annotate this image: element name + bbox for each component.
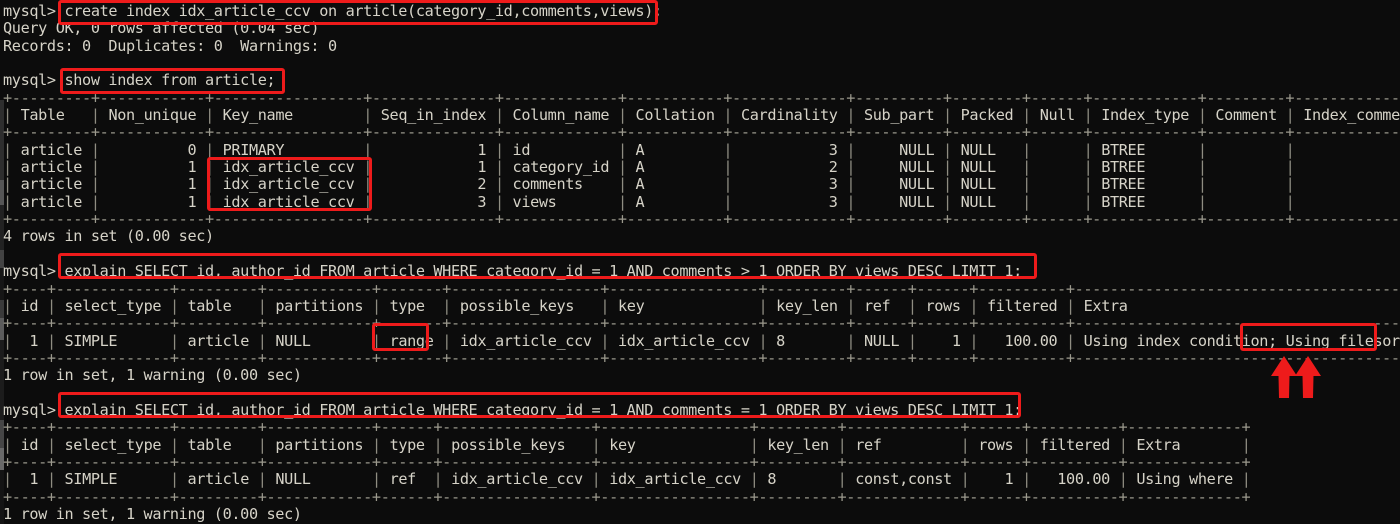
terminal-line: +----+-------------+---------+----------… xyxy=(3,487,1251,506)
terminal-output[interactable]: mysql> create index idx_article_ccv on a… xyxy=(0,0,1400,524)
terminal-line: | article | 1 | idx_article_ccv | 1 | ca… xyxy=(3,158,1295,177)
terminal-line: +---------+------------+----------------… xyxy=(3,210,1400,229)
terminal-line: Records: 0 Duplicates: 0 Warnings: 0 xyxy=(3,36,337,55)
terminal-line: mysql> explain SELECT id, author_id FROM… xyxy=(3,400,1022,419)
terminal-line: | 1 | SIMPLE | article | NULL | range | … xyxy=(3,331,1400,350)
terminal-line: +----+-------------+---------+----------… xyxy=(3,348,1400,367)
terminal-line: 1 row in set, 1 warning (0.00 sec) xyxy=(3,366,302,385)
terminal-line: | article | 1 | idx_article_ccv | 2 | co… xyxy=(3,175,1295,194)
terminal-line: mysql> explain SELECT id, author_id FROM… xyxy=(3,262,1022,281)
terminal-line: +---------+------------+----------------… xyxy=(3,123,1400,142)
terminal-line: | id | select_type | table | partitions … xyxy=(3,435,1251,454)
terminal-line: mysql> show index from article; xyxy=(3,71,276,90)
terminal-line: | article | 1 | idx_article_ccv | 3 | vi… xyxy=(3,192,1295,211)
terminal-line: | article | 0 | PRIMARY | 1 | id | A | 3… xyxy=(3,140,1295,159)
terminal-line: | id | select_type | table | partitions … xyxy=(3,296,1128,315)
terminal-line: +----+-------------+---------+----------… xyxy=(3,418,1251,437)
terminal-line: 4 rows in set (0.00 sec) xyxy=(3,227,214,246)
terminal-line: +----+-------------+---------+----------… xyxy=(3,452,1251,471)
terminal-window[interactable]: mysql> create index idx_article_ccv on a… xyxy=(0,0,1400,524)
terminal-line: | 1 | SIMPLE | article | NULL | ref | id… xyxy=(3,470,1251,489)
terminal-line: +---------+------------+----------------… xyxy=(3,88,1400,107)
terminal-line: Query OK, 0 rows affected (0.04 sec) xyxy=(3,19,320,38)
terminal-line: +----+-------------+---------+----------… xyxy=(3,279,1400,298)
terminal-line: mysql> create index idx_article_ccv on a… xyxy=(3,2,662,20)
terminal-line: 1 row in set, 1 warning (0.00 sec) xyxy=(3,504,302,523)
terminal-line: +----+-------------+---------+----------… xyxy=(3,314,1400,333)
terminal-line: | Table | Non_unique | Key_name | Seq_in… xyxy=(3,106,1400,125)
